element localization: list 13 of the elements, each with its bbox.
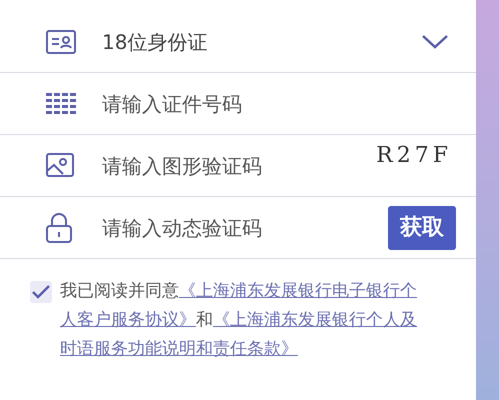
input-field[interactable]: 请输入图形验证码 bbox=[102, 150, 376, 180]
input-field[interactable]: 请输入证件号码 bbox=[102, 88, 456, 118]
input-field[interactable]: 请输入动态验证码 bbox=[102, 212, 388, 242]
agree-checkbox[interactable] bbox=[30, 281, 52, 303]
id-type-select[interactable]: 18位身份证 bbox=[102, 26, 422, 56]
agreement-text: 我已阅读并同意《上海浦东发展银行电子银行个人客户服务协议》和《上海浦东发展银行个人及时语服务功能说明和责任条款》 bbox=[60, 280, 418, 361]
id-card-icon bbox=[46, 30, 76, 54]
chevron-down-icon[interactable] bbox=[422, 34, 448, 48]
captcha-image[interactable]: R27F bbox=[376, 139, 452, 172]
get-code-button[interactable]: 获取 bbox=[388, 206, 456, 250]
lock-icon bbox=[46, 212, 72, 242]
keypad-icon bbox=[46, 92, 76, 114]
image-icon bbox=[46, 152, 74, 178]
